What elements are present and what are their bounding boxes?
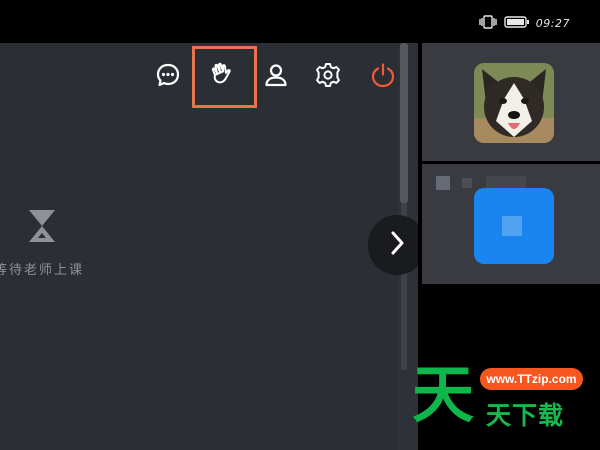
watermark: 天 www.TTzip.com 天下载 [410,360,600,450]
chat-icon [155,62,181,92]
status-time: 09:27 [535,17,570,30]
participant-tile-student[interactable] [422,164,600,284]
vibrate-icon [478,14,498,33]
status-bar: 09:27 [0,0,600,43]
avatar-mark [502,216,522,236]
status-icons: 09:27 [478,14,570,33]
blurred-label [462,178,472,188]
power-icon [370,62,396,92]
user-button[interactable] [258,59,294,95]
waiting-status-text: 等待老师上课 [0,263,85,278]
watermark-text: 天下载 [486,401,565,430]
battery-icon [504,14,530,33]
participant-tile-teacher[interactable] [422,43,600,161]
next-page-button[interactable] [368,215,418,275]
toolbar [150,55,400,99]
hourglass-icon [27,208,57,248]
chevron-right-icon [387,230,407,260]
blurred-label [436,176,450,190]
highlight-frame [192,46,257,108]
blue-default-avatar [474,188,554,264]
gear-icon [315,62,341,92]
dog-avatar [474,63,554,143]
user-icon [263,62,289,92]
watermark-site: www.TTzip.com [480,368,583,390]
blurred-label [486,176,526,188]
exit-button[interactable] [365,59,401,95]
scrollbar-thumb[interactable] [400,43,408,203]
settings-button[interactable] [310,59,346,95]
chat-button[interactable] [150,59,186,95]
watermark-logo-char: 天 [412,358,475,431]
